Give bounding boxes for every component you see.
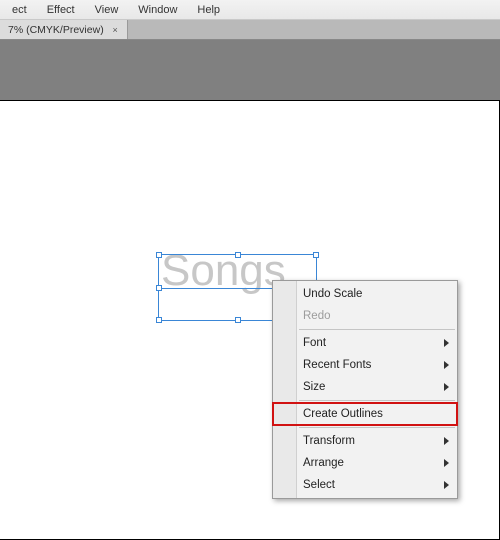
menu-label: Recent Fonts [303, 359, 371, 371]
resize-handle-bottom-left[interactable] [156, 317, 162, 323]
workspace: Songs Undo Scale Redo Font Rece [0, 40, 500, 500]
menu-transform[interactable]: Transform [273, 430, 457, 452]
submenu-arrow-icon [444, 339, 449, 347]
menu-label: Undo Scale [303, 288, 362, 300]
document-tabstrip: 7% (CMYK/Preview) × [0, 20, 500, 40]
menu-label: Create Outlines [303, 408, 383, 420]
menu-label: Transform [303, 435, 355, 447]
submenu-arrow-icon [444, 437, 449, 445]
menu-window[interactable]: Window [128, 0, 187, 20]
menu-separator [299, 400, 455, 401]
document-tab[interactable]: 7% (CMYK/Preview) × [0, 20, 128, 39]
menu-label: Select [303, 479, 335, 491]
menu-help[interactable]: Help [187, 0, 230, 20]
menu-label: Arrange [303, 457, 344, 469]
menu-font[interactable]: Font [273, 332, 457, 354]
app-menubar: ect Effect View Window Help [0, 0, 500, 20]
submenu-arrow-icon [444, 383, 449, 391]
menu-separator [299, 329, 455, 330]
menu-select-fragment[interactable]: ect [2, 0, 37, 20]
close-icon[interactable]: × [110, 24, 121, 35]
resize-handle-middle-left[interactable] [156, 285, 162, 291]
menu-size[interactable]: Size [273, 376, 457, 398]
menu-select[interactable]: Select [273, 474, 457, 496]
menu-label: Size [303, 381, 325, 393]
menu-create-outlines[interactable]: Create Outlines [273, 403, 457, 425]
menu-undo-scale[interactable]: Undo Scale [273, 283, 457, 305]
menu-label: Redo [303, 310, 331, 322]
menu-effect[interactable]: Effect [37, 0, 85, 20]
document-tab-label: 7% (CMYK/Preview) [8, 24, 104, 36]
submenu-arrow-icon [444, 481, 449, 489]
menu-arrange[interactable]: Arrange [273, 452, 457, 474]
menu-redo: Redo [273, 305, 457, 327]
resize-handle-top-right[interactable] [313, 252, 319, 258]
menu-separator [299, 427, 455, 428]
resize-handle-bottom-middle[interactable] [235, 317, 241, 323]
submenu-arrow-icon [444, 459, 449, 467]
menu-recent-fonts[interactable]: Recent Fonts [273, 354, 457, 376]
context-menu: Undo Scale Redo Font Recent Fonts Size C… [272, 280, 458, 499]
menu-label: Font [303, 337, 326, 349]
submenu-arrow-icon [444, 361, 449, 369]
resize-handle-top-left[interactable] [156, 252, 162, 258]
menu-view[interactable]: View [85, 0, 129, 20]
resize-handle-top-middle[interactable] [235, 252, 241, 258]
